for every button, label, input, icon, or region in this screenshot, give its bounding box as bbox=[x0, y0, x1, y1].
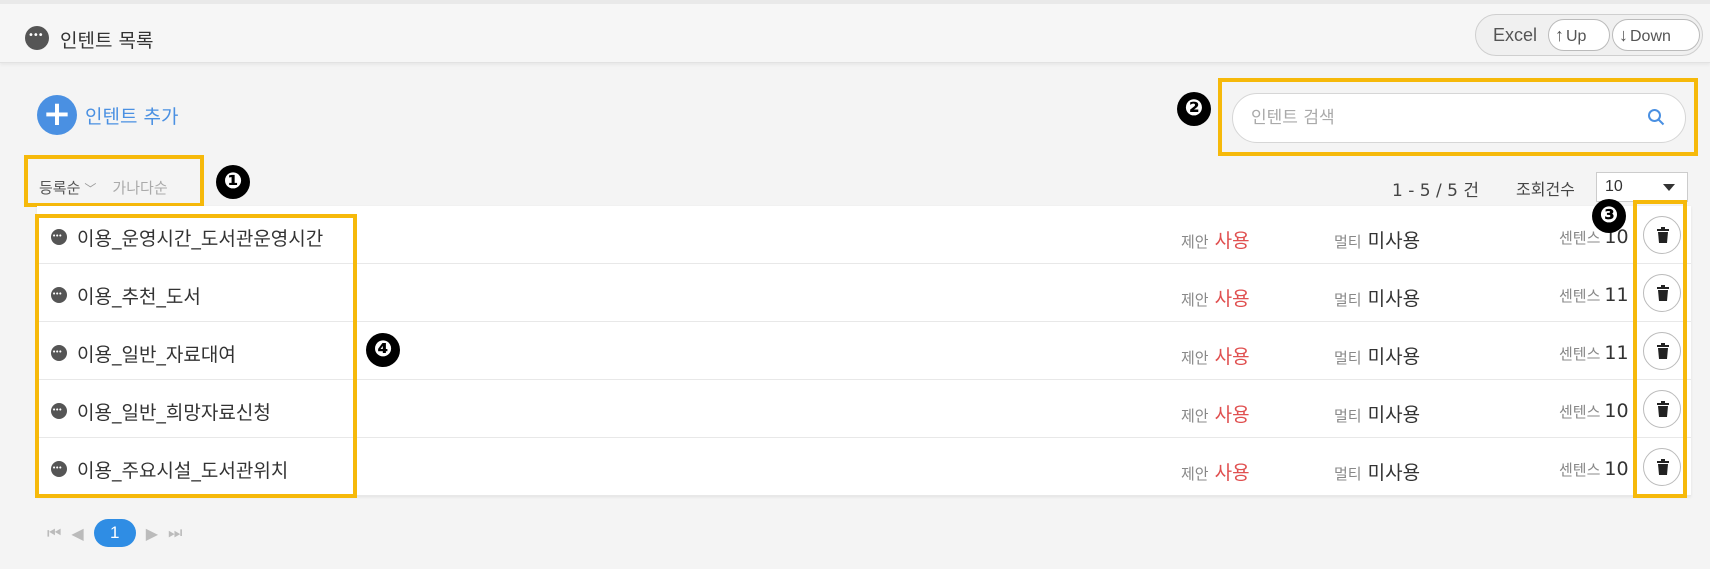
multi-label: 멀티 bbox=[1334, 291, 1362, 309]
multi-field: 멀티 미사용 bbox=[1334, 226, 1420, 253]
suggest-label: 제안 bbox=[1181, 291, 1209, 309]
multi-value: 미사용 bbox=[1367, 230, 1421, 252]
excel-upload-button[interactable]: ↑ Up bbox=[1548, 19, 1610, 51]
caret-down-icon bbox=[1663, 184, 1675, 191]
suggest-value: 사용 bbox=[1214, 346, 1250, 368]
suggest-label: 제안 bbox=[1181, 465, 1209, 483]
multi-value: 미사용 bbox=[1367, 404, 1421, 426]
chat-bubble-icon bbox=[25, 26, 49, 50]
highlight-intent-names bbox=[35, 214, 357, 498]
suggest-field: 제안 사용 bbox=[1181, 226, 1250, 253]
first-page-icon[interactable]: ⏮ bbox=[47, 523, 61, 543]
highlight-delete-buttons bbox=[1633, 200, 1687, 498]
page-size-select[interactable]: 10 bbox=[1596, 172, 1688, 202]
page-size-label: 조회건수 bbox=[1516, 180, 1575, 199]
multi-field: 멀티 미사용 bbox=[1334, 458, 1420, 485]
sentence-count: 10 bbox=[1604, 458, 1629, 480]
add-intent-label: 인텐트 추가 bbox=[85, 105, 179, 128]
annotation-marker-2: ❷ bbox=[1177, 92, 1211, 126]
page-size-value: 10 bbox=[1605, 178, 1623, 195]
multi-label: 멀티 bbox=[1334, 465, 1362, 483]
annotation-marker-4: ❹ bbox=[366, 333, 400, 367]
sentence-label: 센텐스 bbox=[1559, 403, 1601, 421]
multi-label: 멀티 bbox=[1334, 233, 1362, 251]
suggest-value: 사용 bbox=[1214, 404, 1250, 426]
highlight-search bbox=[1218, 78, 1698, 156]
sentence-label: 센텐스 bbox=[1559, 287, 1601, 305]
suggest-field: 제안 사용 bbox=[1181, 342, 1250, 369]
upload-label: Up bbox=[1566, 28, 1587, 45]
multi-value: 미사용 bbox=[1367, 346, 1421, 368]
annotation-marker-1: ❶ bbox=[216, 165, 250, 199]
excel-download-button[interactable]: ↓ Down bbox=[1612, 19, 1700, 51]
header-bar: 인텐트 목록 Excel ↑Up ↓Down bbox=[0, 0, 1710, 63]
sentence-count: 11 bbox=[1604, 342, 1629, 364]
arrow-up-icon: ↑ bbox=[1555, 25, 1564, 45]
suggest-field: 제안 사용 bbox=[1181, 458, 1250, 485]
suggest-value: 사용 bbox=[1214, 288, 1250, 310]
suggest-value: 사용 bbox=[1214, 462, 1250, 484]
multi-value: 미사용 bbox=[1367, 288, 1421, 310]
pagination: ⏮ ◀ 1 ▶ ⏭ bbox=[47, 518, 182, 548]
page-number-current[interactable]: 1 bbox=[93, 519, 136, 547]
multi-label: 멀티 bbox=[1334, 407, 1362, 425]
sentence-label: 센텐스 bbox=[1559, 461, 1601, 479]
sentence-count: 11 bbox=[1604, 284, 1629, 306]
suggest-field: 제안 사용 bbox=[1181, 400, 1250, 427]
highlight-sort bbox=[24, 155, 204, 207]
suggest-field: 제안 사용 bbox=[1181, 284, 1250, 311]
plus-icon: + bbox=[37, 95, 77, 135]
add-intent-button[interactable]: + 인텐트 추가 bbox=[37, 95, 178, 135]
prev-page-icon[interactable]: ◀ bbox=[71, 524, 83, 543]
page-title: 인텐트 목록 bbox=[60, 30, 154, 52]
next-page-icon[interactable]: ▶ bbox=[146, 524, 158, 543]
sentence-count: 10 bbox=[1604, 400, 1629, 422]
sentence-label: 센텐스 bbox=[1559, 229, 1601, 247]
multi-field: 멀티 미사용 bbox=[1334, 284, 1420, 311]
suggest-label: 제안 bbox=[1181, 233, 1209, 251]
excel-label: Excel bbox=[1493, 25, 1538, 45]
result-count: 1 - 5 / 5 건 bbox=[1392, 181, 1479, 201]
arrow-down-icon: ↓ bbox=[1619, 25, 1628, 45]
suggest-value: 사용 bbox=[1214, 230, 1250, 252]
suggest-label: 제안 bbox=[1181, 349, 1209, 367]
multi-label: 멀티 bbox=[1334, 349, 1362, 367]
suggest-label: 제안 bbox=[1181, 407, 1209, 425]
annotation-marker-3: ❸ bbox=[1592, 199, 1626, 233]
multi-value: 미사용 bbox=[1367, 462, 1421, 484]
last-page-icon[interactable]: ⏭ bbox=[168, 523, 182, 543]
excel-toolbar: Excel ↑ Up ↓ Down bbox=[1475, 14, 1703, 56]
download-label: Down bbox=[1630, 28, 1671, 45]
sentence-label: 센텐스 bbox=[1559, 345, 1601, 363]
multi-field: 멀티 미사용 bbox=[1334, 400, 1420, 427]
multi-field: 멀티 미사용 bbox=[1334, 342, 1420, 369]
